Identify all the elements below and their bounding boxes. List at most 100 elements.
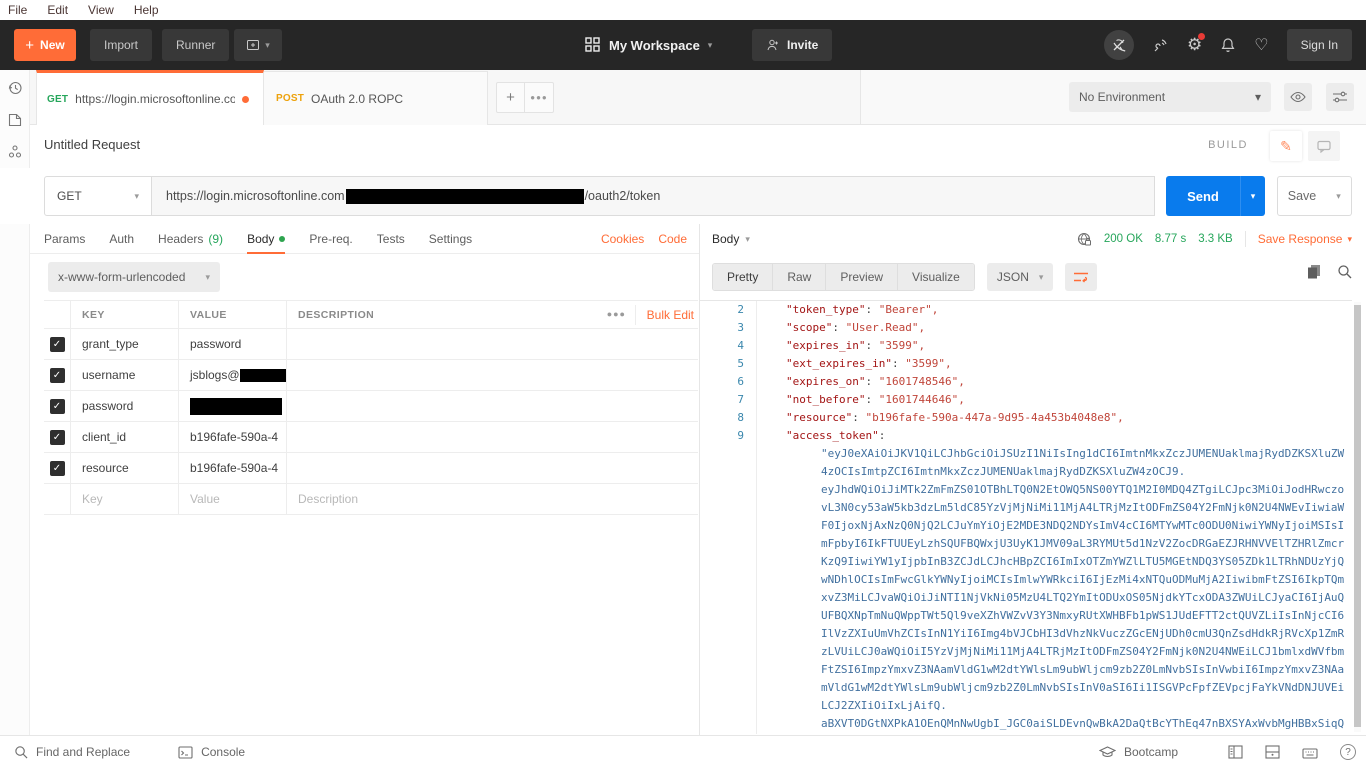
view-preview[interactable]: Preview (826, 264, 898, 290)
kv-row[interactable]: ✓ client_id b196fafe-590a-4 (44, 422, 698, 453)
kv-row-new[interactable]: Key Value Description (44, 484, 698, 515)
tab-tests[interactable]: Tests (377, 224, 405, 254)
tab-get-request[interactable]: GET https://login.microsoftonline.co... (36, 70, 264, 125)
edit-pencil-button[interactable]: ✎ (1270, 131, 1302, 161)
kv-row[interactable]: ✓ grant_type password (44, 329, 698, 360)
save-options-button[interactable]: ▾ (1326, 176, 1352, 216)
send-options-button[interactable]: ▾ (1240, 176, 1265, 216)
menu-view[interactable]: View (88, 3, 114, 17)
split-pane-icon[interactable] (1265, 745, 1280, 759)
notifications-bell-icon[interactable] (1220, 37, 1236, 53)
kv-row[interactable]: ✓ username jsblogs@ (44, 360, 698, 391)
scrollbar-thumb[interactable] (1354, 305, 1361, 727)
network-globe-lock-icon[interactable] (1077, 232, 1092, 247)
response-time[interactable]: 8.77 s (1155, 233, 1186, 245)
two-pane-layout-icon[interactable] (1228, 745, 1243, 759)
menu-help[interactable]: Help (134, 3, 159, 17)
settings-gear-icon[interactable]: ⚙ (1187, 35, 1202, 55)
tab-oauth-ropc[interactable]: POST OAuth 2.0 ROPC (264, 71, 488, 125)
tab-settings[interactable]: Settings (429, 224, 472, 254)
proxy-signal-icon[interactable] (1152, 37, 1169, 54)
environment-quick-look-button[interactable] (1284, 83, 1312, 111)
new-button[interactable]: + New (14, 29, 76, 61)
copy-icon[interactable] (1307, 264, 1321, 279)
body-type-selector[interactable]: x-www-form-urlencoded ▾ (48, 262, 220, 292)
tab-auth[interactable]: Auth (109, 224, 134, 254)
runner-button[interactable]: Runner (162, 29, 229, 61)
kv-value-placeholder[interactable]: Value (190, 492, 220, 506)
kv-key[interactable]: grant_type (82, 337, 139, 351)
find-and-replace-button[interactable]: Find and Replace (14, 745, 130, 759)
kv-key-placeholder[interactable]: Key (82, 492, 103, 506)
wrap-line-button[interactable] (1065, 263, 1097, 291)
response-size[interactable]: 3.3 KB (1198, 233, 1233, 245)
kv-description[interactable] (287, 329, 698, 359)
save-button[interactable]: Save (1277, 176, 1327, 216)
sync-disabled-icon[interactable] (1104, 30, 1134, 60)
kv-description[interactable] (287, 453, 698, 483)
apis-icon[interactable] (7, 144, 23, 160)
heart-icon[interactable]: ♡ (1254, 35, 1268, 55)
kv-description[interactable] (287, 422, 698, 452)
import-button[interactable]: Import (90, 29, 152, 61)
send-button[interactable]: Send (1166, 176, 1240, 216)
menu-edit[interactable]: Edit (47, 3, 68, 17)
kv-value[interactable]: jsblogs@ (179, 360, 287, 390)
view-pretty[interactable]: Pretty (713, 264, 773, 290)
response-format-selector[interactable]: JSON ▾ (987, 263, 1054, 291)
console-button[interactable]: Console (178, 745, 245, 759)
row-checkbox[interactable]: ✓ (50, 368, 65, 383)
view-visualize[interactable]: Visualize (898, 264, 974, 290)
kv-key[interactable]: password (82, 399, 133, 413)
method-selector[interactable]: GET ▾ (44, 176, 152, 216)
invite-button[interactable]: Invite (752, 29, 832, 61)
tab-params[interactable]: Params (44, 224, 85, 254)
row-checkbox[interactable]: ✓ (50, 399, 65, 414)
kv-row[interactable]: ✓ resource b196fafe-590a-4 (44, 453, 698, 484)
kv-key[interactable]: client_id (82, 430, 126, 444)
status-code[interactable]: 200 OK (1104, 233, 1143, 245)
bootcamp-button[interactable]: Bootcamp (1099, 745, 1178, 759)
kv-description[interactable] (287, 391, 698, 421)
help-icon[interactable]: ? (1340, 744, 1356, 760)
environment-selector[interactable]: No Environment ▾ (1069, 82, 1271, 112)
search-icon[interactable] (1337, 264, 1352, 279)
save-response-button[interactable]: Save Response ▾ (1258, 232, 1352, 246)
collections-icon[interactable] (7, 112, 23, 128)
sign-in-button[interactable]: Sign In (1287, 29, 1352, 61)
kv-value[interactable]: b196fafe-590a-4 (179, 453, 287, 483)
kv-description-placeholder[interactable]: Description (298, 492, 358, 506)
tab-options-button[interactable]: ●●● (525, 83, 553, 112)
row-checkbox[interactable]: ✓ (50, 430, 65, 445)
kv-key[interactable]: resource (82, 461, 129, 475)
kv-more-options-button[interactable]: ●●● (607, 309, 626, 319)
cookies-link[interactable]: Cookies (601, 232, 644, 246)
response-body-dropdown[interactable]: Body ▾ (712, 232, 750, 246)
kv-key[interactable]: username (82, 368, 135, 382)
tab-body[interactable]: Body (247, 224, 285, 254)
request-name[interactable]: Untitled Request (44, 137, 140, 152)
kv-value[interactable] (179, 391, 287, 421)
workspace-switcher[interactable]: My Workspace ▾ (585, 20, 712, 70)
comment-button[interactable] (1308, 131, 1340, 161)
environment-settings-button[interactable] (1326, 83, 1354, 111)
add-tab-button[interactable]: + (497, 83, 525, 112)
kv-value[interactable]: b196fafe-590a-4 (179, 422, 287, 452)
row-checkbox[interactable]: ✓ (50, 461, 65, 476)
menu-file[interactable]: File (8, 3, 27, 17)
kv-row[interactable]: ✓ password (44, 391, 698, 422)
tab-headers[interactable]: Headers(9) (158, 224, 223, 254)
bulk-edit-link[interactable]: Bulk Edit (647, 308, 694, 322)
response-scrollbar[interactable] (1354, 302, 1361, 732)
url-input[interactable]: https://login.microsoftonline.com/oauth2… (152, 176, 1155, 216)
code-link[interactable]: Code (658, 232, 687, 246)
keyboard-shortcuts-icon[interactable] (1302, 746, 1318, 759)
kv-description[interactable] (287, 360, 698, 390)
row-checkbox[interactable]: ✓ (50, 337, 65, 352)
view-raw[interactable]: Raw (773, 264, 826, 290)
tab-prerequest[interactable]: Pre-req. (309, 224, 352, 254)
history-icon[interactable] (7, 80, 23, 96)
response-json-viewer[interactable]: 2"token_type": "Bearer",3"scope": "User.… (700, 300, 1352, 734)
open-new-window-button[interactable]: ▾ (234, 29, 282, 61)
kv-value[interactable]: password (179, 329, 287, 359)
